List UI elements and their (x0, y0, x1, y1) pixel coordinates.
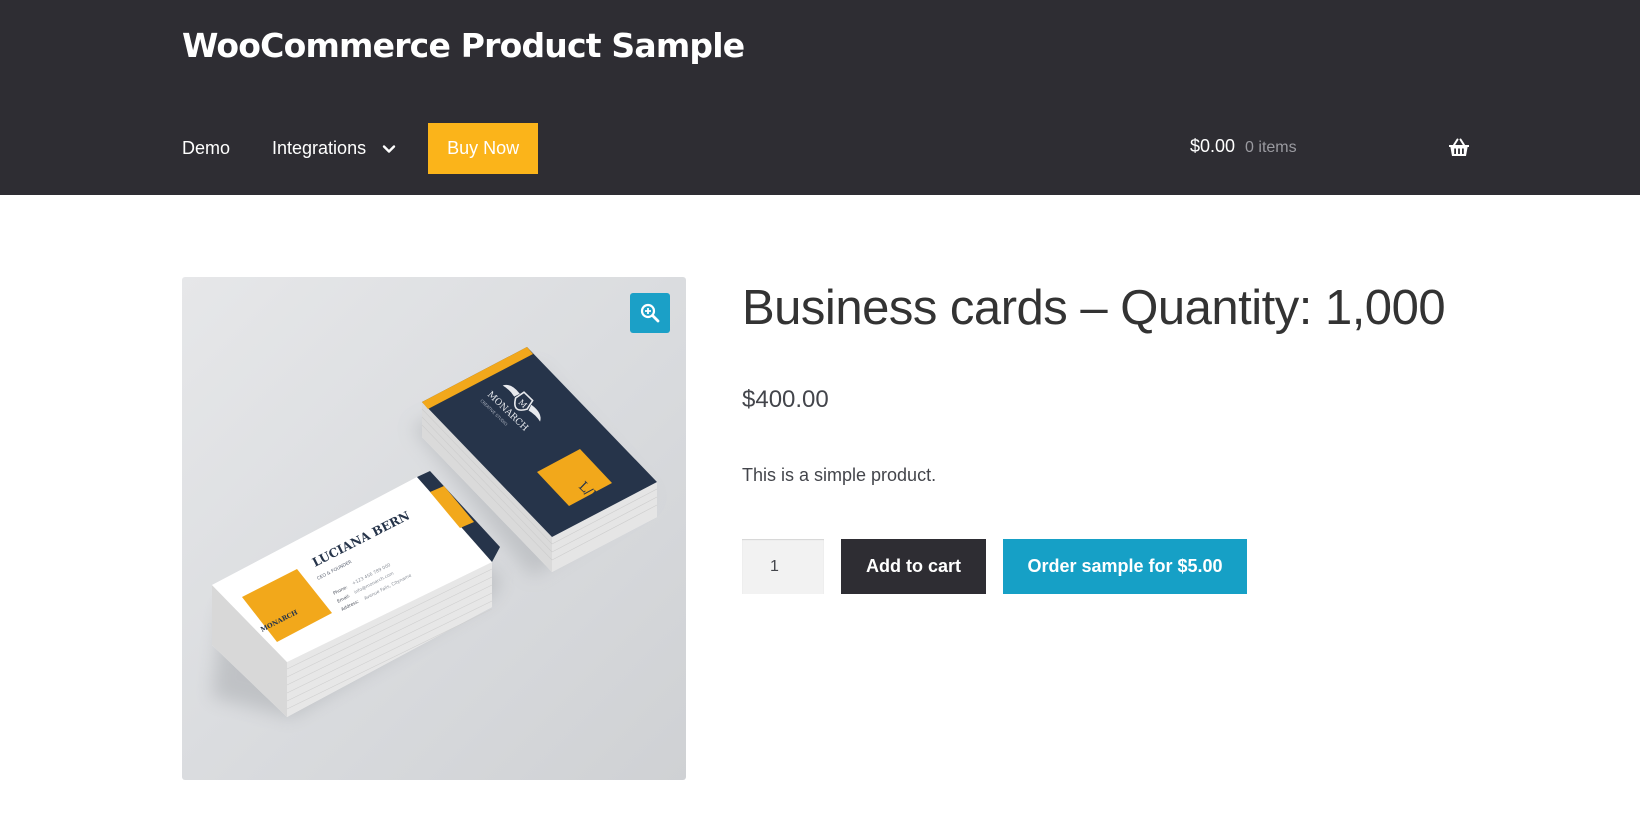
primary-navigation: Demo Integrations Buy Now (182, 123, 539, 174)
quantity-input[interactable] (742, 539, 824, 594)
zoom-in-icon (640, 303, 660, 323)
nav-item-demo[interactable]: Demo (182, 123, 230, 174)
zoom-button[interactable] (630, 293, 670, 333)
order-sample-button[interactable]: Order sample for $5.00 (1003, 539, 1247, 594)
add-to-cart-button[interactable]: Add to cart (841, 539, 986, 594)
nav-item-integrations[interactable]: Integrations (272, 123, 396, 174)
product-price: $400.00 (742, 386, 829, 413)
add-to-cart-form: Add to cart Order sample for $5.00 (742, 539, 1247, 594)
site-title[interactable]: WooCommerce Product Sample (182, 26, 745, 65)
product-title: Business cards – Quantity: 1,000 (742, 281, 1446, 335)
header-cart[interactable]: $0.00 0 items (1190, 136, 1297, 157)
basket-icon[interactable] (1448, 137, 1470, 159)
cart-amount: $0.00 (1190, 136, 1236, 156)
buy-now-button[interactable]: Buy Now (428, 123, 539, 174)
nav-item-integrations-label: Integrations (272, 138, 367, 158)
cart-item-count: 0 items (1245, 139, 1297, 156)
product-short-description: This is a simple product. (742, 465, 937, 485)
product-image-gallery[interactable]: LUCIANA BERN CEO & FOUNDER MONARCH Phone… (182, 277, 686, 780)
business-cards-image: LUCIANA BERN CEO & FOUNDER MONARCH Phone… (212, 347, 658, 717)
chevron-down-icon[interactable] (382, 142, 396, 156)
site-header: WooCommerce Product Sample Demo Integrat… (0, 0, 1640, 195)
